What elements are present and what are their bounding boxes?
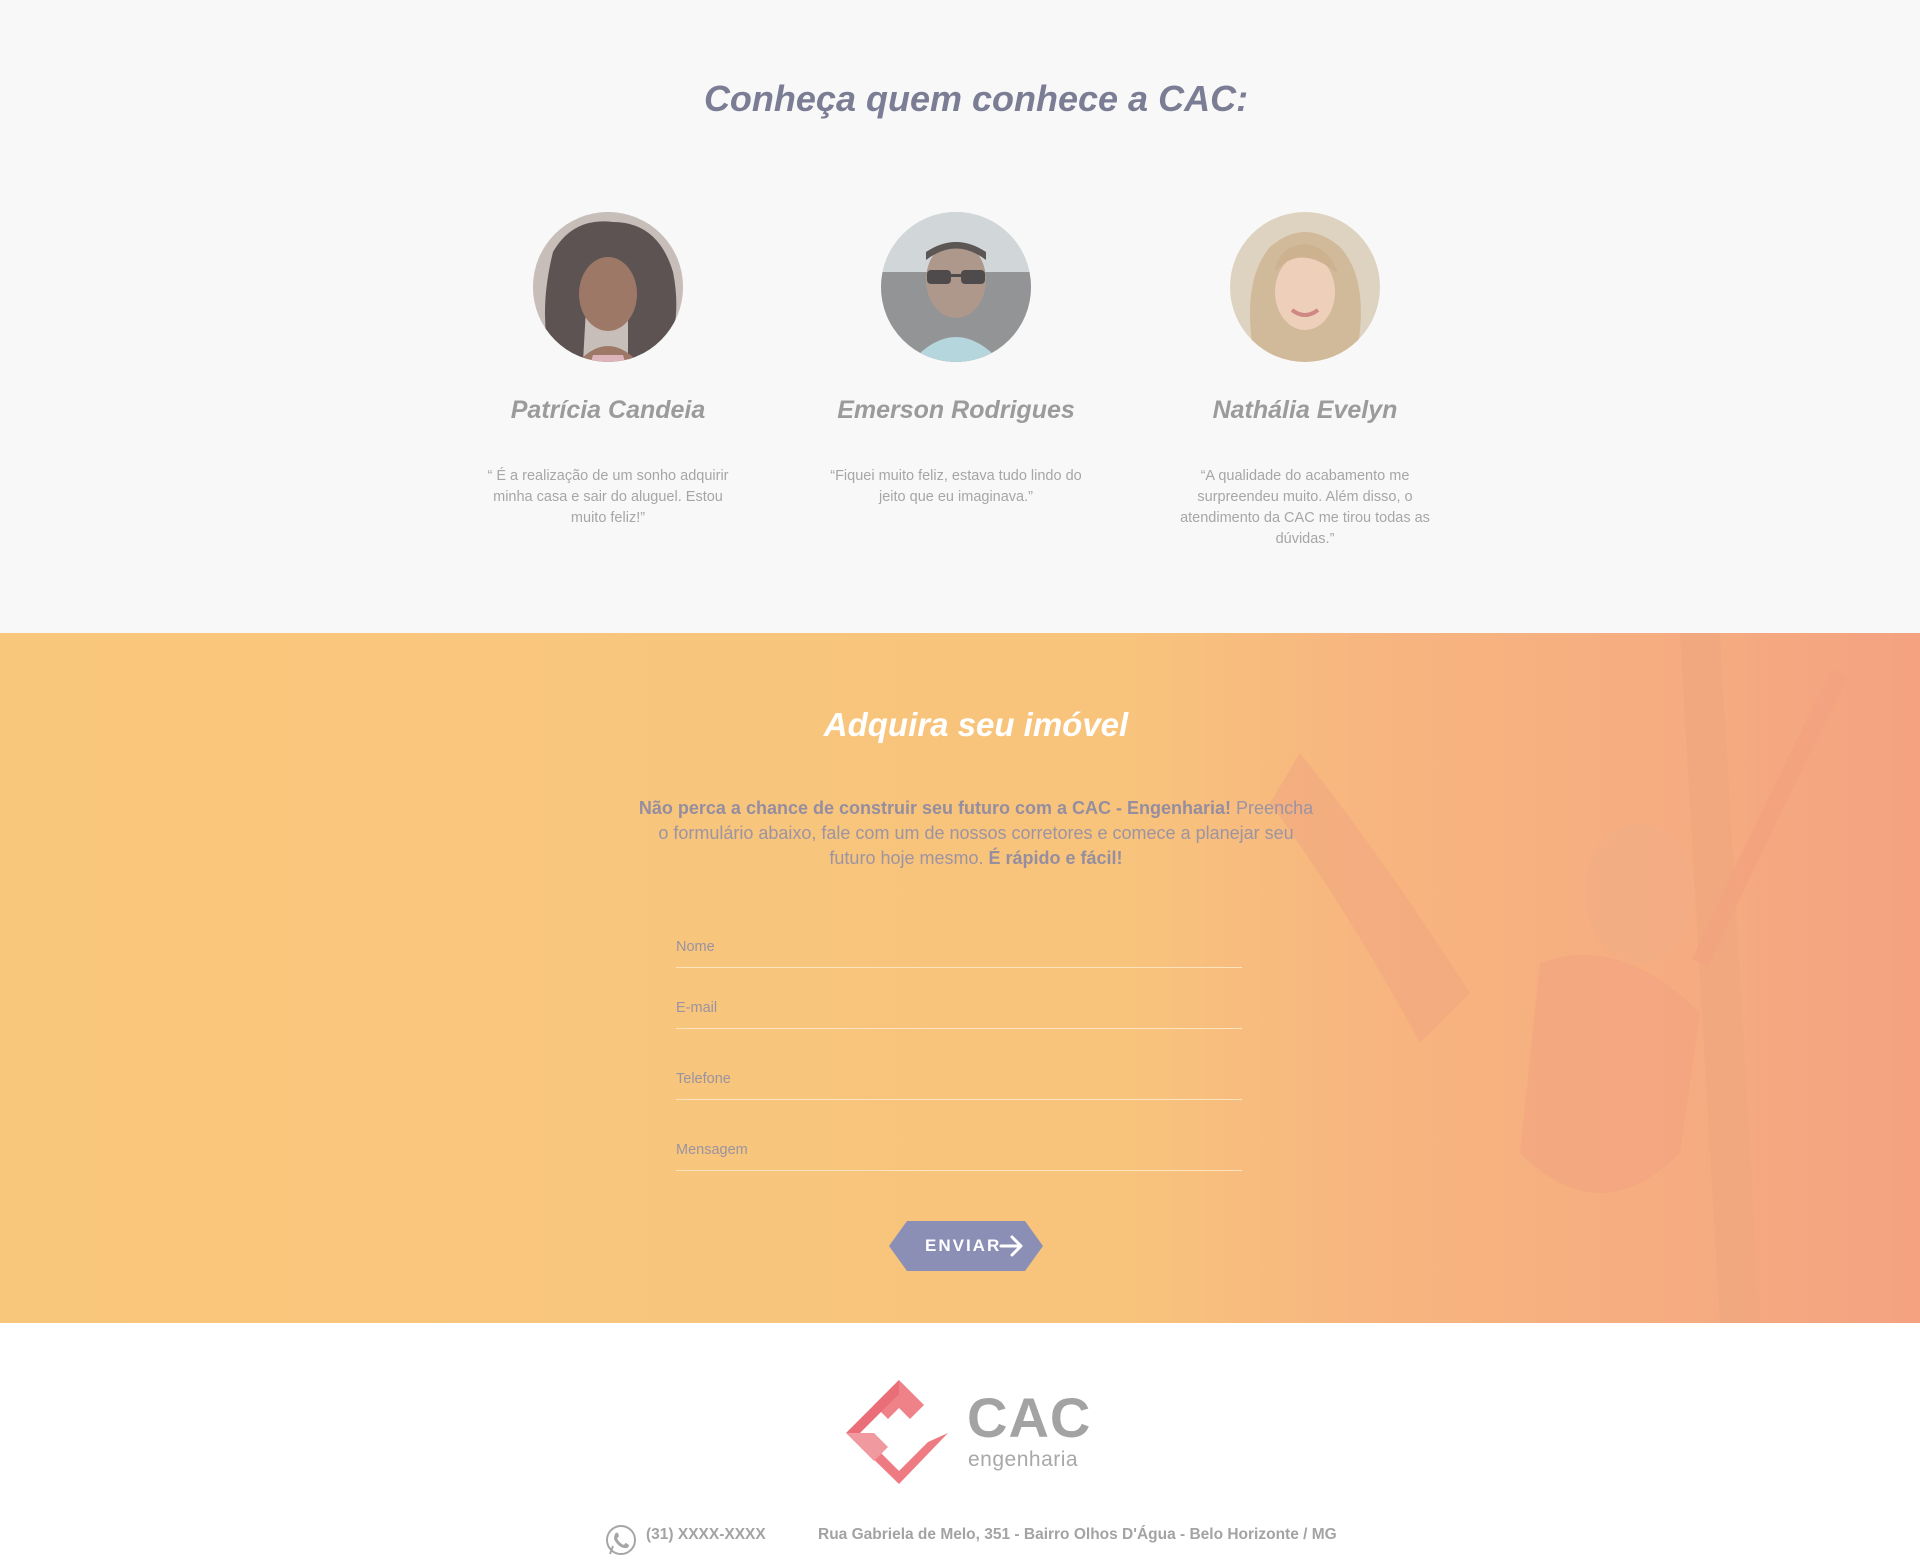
- avatar-photo: [1230, 212, 1380, 362]
- contact-form-section: Adquira seu imóvel Não perca a chance de…: [0, 633, 1920, 1323]
- phone-input[interactable]: [676, 1071, 1236, 1087]
- footer: CAC engenharia (31) XXXX-XXXX Rua Gabrie…: [0, 1323, 1920, 1560]
- avatar-photo: [881, 212, 1031, 362]
- email-input[interactable]: [676, 1000, 1236, 1016]
- avatar-photo: [533, 212, 683, 362]
- testimonials-title: Conheça quem conhece a CAC:: [703, 78, 1249, 119]
- person-name: Nathália Evelyn: [1212, 396, 1398, 424]
- cac-logo[interactable]: CAC engenharia: [844, 1376, 1090, 1488]
- logo-wordmark: CAC: [967, 1386, 1092, 1449]
- address: Rua Gabriela de Melo, 351 - Bairro Olhos…: [818, 1526, 1337, 1543]
- message-field: [676, 1132, 1242, 1171]
- submit-label: ENVIAR: [925, 1236, 1002, 1255]
- person-name: Emerson Rodrigues: [837, 396, 1075, 424]
- logo-subtitle: engenharia: [968, 1448, 1079, 1471]
- testimonial-quote: “ É a realização de um sonho adquirir mi…: [487, 468, 729, 526]
- person-name: Patrícia Candeia: [510, 396, 706, 424]
- whatsapp-icon: [606, 1525, 636, 1555]
- form-intro: Não perca a chance de construir seu futu…: [636, 796, 1316, 871]
- testimonial-card: Emerson Rodrigues “Fiquei muito feliz, e…: [806, 212, 1106, 508]
- name-input[interactable]: [676, 939, 1236, 955]
- diamond-logo-icon: [846, 1380, 948, 1484]
- testimonial-card: Patrícia Candeia “ É a realização de um …: [458, 212, 758, 529]
- testimonials-section: Conheça quem conhece a CAC: Patrícia Can…: [0, 0, 1920, 633]
- phone-number[interactable]: (31) XXXX-XXXX: [646, 1526, 766, 1544]
- name-field: [676, 929, 1242, 968]
- testimonial-quote: “A qualidade do acabamento me surpreende…: [1180, 468, 1430, 547]
- submit-button[interactable]: ENVIAR: [889, 1221, 1043, 1271]
- message-input[interactable]: [676, 1142, 1236, 1158]
- testimonial-card: Nathália Evelyn “A qualidade do acabamen…: [1155, 212, 1455, 550]
- intro-highlight-end: É rápido e fácil!: [988, 848, 1123, 868]
- intro-highlight: Não perca a chance de construir seu futu…: [638, 798, 1232, 818]
- form-title: Adquira seu imóvel: [823, 706, 1129, 743]
- testimonial-quote: “Fiquei muito feliz, estava tudo lindo d…: [830, 468, 1082, 505]
- phone-field: [676, 1061, 1242, 1100]
- email-field: [676, 990, 1242, 1029]
